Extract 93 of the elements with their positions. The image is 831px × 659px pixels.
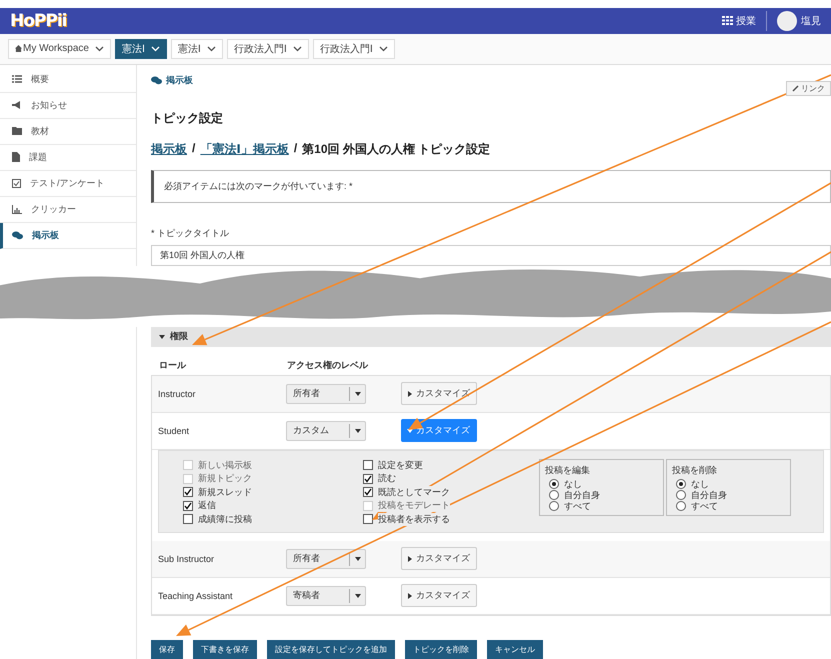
checkbox-label: 成績簿に投稿 (198, 512, 252, 526)
link-button[interactable]: リンク (786, 80, 831, 96)
checkbox-label: 新規スレッド (198, 486, 252, 499)
checkbox[interactable] (363, 460, 373, 470)
radio-label: なし (691, 478, 709, 490)
apps-button[interactable]: 授業 (722, 10, 767, 31)
form-button[interactable]: 下書きを保存 (193, 640, 257, 659)
file-icon (12, 152, 20, 162)
breadcrumb-separator: / (192, 140, 196, 157)
chevron-down-icon (150, 46, 160, 52)
logo[interactable]: HoPPii (10, 10, 66, 31)
role-name: Instructor (158, 388, 197, 399)
radio-button[interactable] (549, 490, 559, 500)
chevron-down-icon (292, 46, 302, 52)
radio-button[interactable] (549, 479, 559, 490)
role-name: Sub Instructor (158, 554, 216, 564)
chat-icon (12, 230, 23, 240)
checkbox-label: 新規トピック (198, 472, 252, 486)
checkbox-label: 投稿者を表示する (378, 512, 450, 526)
role-name: Student (158, 426, 190, 436)
radio-button[interactable] (549, 501, 559, 512)
caret-icon (407, 556, 413, 562)
megaphone-icon (12, 101, 22, 110)
form-button[interactable]: トピックを削除 (405, 640, 477, 659)
access-level-select[interactable]: 寄稿者 (286, 586, 366, 606)
list-icon (12, 75, 22, 84)
section-header[interactable]: 権限 (151, 326, 831, 347)
site-tab[interactable]: 憲法Ⅰ (170, 38, 223, 59)
site-tab[interactable]: 行政法入門Ⅰ (226, 38, 309, 59)
group-title: 投稿を削除 (672, 464, 718, 477)
checkbox[interactable] (363, 487, 373, 498)
access-level-select[interactable]: 所有者 (286, 384, 366, 404)
radio-label: 自分自身 (564, 489, 600, 502)
checkbox-label: 設定を変更 (378, 458, 423, 472)
checkbox[interactable] (183, 500, 193, 511)
tool-title[interactable]: 掲示板 (151, 74, 193, 87)
access-level-select[interactable]: カスタム (286, 420, 366, 441)
checkbox-label: 新しい掲示板 (198, 458, 252, 472)
checkbox[interactable] (183, 514, 193, 524)
form-button[interactable]: 保存 (151, 640, 183, 659)
chevron-down-icon (94, 46, 104, 52)
bar-chart-icon (12, 204, 22, 214)
form-button[interactable]: キャンセル (487, 640, 543, 659)
role-name: Teaching Assistant (158, 590, 234, 601)
caret-icon (407, 390, 413, 397)
site-tab[interactable]: My Workspace (8, 38, 111, 59)
radio-label: すべて (691, 500, 718, 513)
checkbox-label: 読む (378, 472, 396, 486)
column-header: ロール (159, 358, 188, 372)
radio-button[interactable] (676, 479, 686, 490)
caret-icon (407, 592, 413, 599)
checkbox-icon (12, 178, 21, 188)
caret-icon (354, 592, 360, 599)
checkbox[interactable] (363, 514, 373, 524)
avatar (777, 10, 797, 31)
breadcrumb-link[interactable]: 掲示板 (151, 140, 187, 158)
page-heading: トピック設定 (151, 110, 224, 127)
customize-button[interactable]: カスタマイズ (401, 382, 477, 406)
checkbox-label: 既読としてマーク (378, 486, 450, 499)
breadcrumb-separator: / (294, 140, 298, 157)
breadcrumb-link[interactable]: 「憲法Ⅰ」掲示板 (200, 140, 289, 158)
chevron-down-icon (206, 46, 216, 52)
caret-icon (354, 428, 360, 434)
radio-label: なし (564, 478, 582, 490)
breadcrumb-current: 第10回 外国人の人権 トピック設定 (302, 140, 490, 158)
site-tab[interactable]: 憲法Ⅰ (114, 38, 167, 59)
topic-title-field[interactable]: 第10回 外国人の人権 (151, 244, 831, 266)
chat-icon (151, 76, 162, 85)
folder-icon (12, 127, 22, 136)
checkbox-label: 返信 (198, 499, 216, 512)
form-button[interactable]: 設定を保存してトピックを追加 (267, 640, 395, 659)
radio-button[interactable] (676, 501, 686, 512)
home-icon (15, 45, 22, 52)
access-level-select[interactable]: 所有者 (286, 548, 366, 569)
user-menu[interactable]: 塩見 (777, 10, 821, 31)
site-tab[interactable]: 行政法入門Ⅰ (312, 38, 395, 59)
chevron-down-icon (378, 46, 388, 52)
radio-button[interactable] (676, 490, 686, 500)
field-label: * トピックタイトル (151, 226, 230, 240)
column-header: アクセス権のレベル (287, 358, 370, 372)
required-notice: 必須アイテムには次のマークが付いています: * (151, 170, 831, 203)
customize-button[interactable]: カスタマイズ (401, 584, 477, 608)
customize-button[interactable]: カスタマイズ (401, 547, 477, 570)
radio-label: 自分自身 (691, 489, 727, 502)
checkbox[interactable] (183, 487, 193, 498)
checkbox-label: 投稿をモデレート (378, 499, 450, 512)
caret-icon (354, 556, 360, 562)
sidebar-item[interactable]: 掲示板 (0, 222, 136, 249)
caret-icon (354, 390, 360, 397)
checkbox[interactable] (363, 474, 373, 484)
grid-icon (722, 16, 733, 26)
radio-label: すべて (564, 500, 591, 513)
group-title: 投稿を編集 (545, 464, 591, 477)
